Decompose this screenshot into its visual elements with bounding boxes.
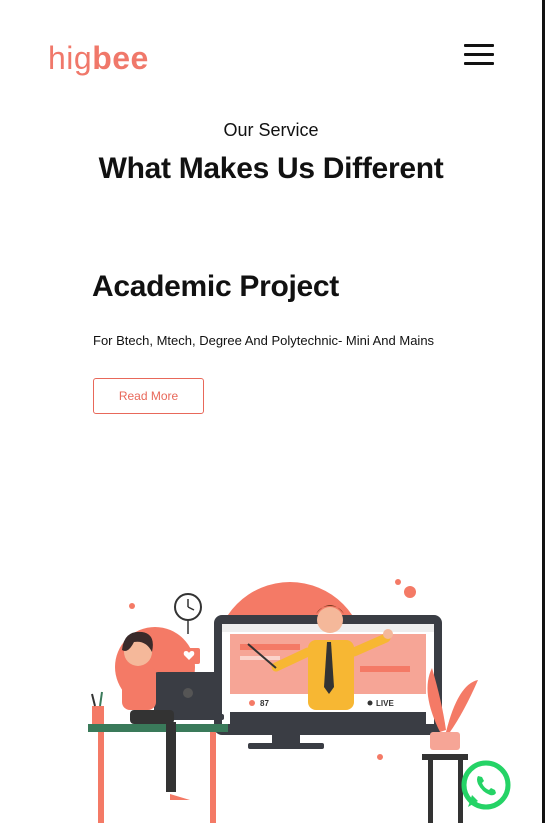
pencil-cup (91, 691, 104, 724)
read-more-button[interactable]: Read More (93, 378, 204, 414)
page: higbee Our Service What Makes Us Differe… (0, 0, 545, 823)
section-eyebrow: Our Service (223, 120, 319, 140)
viewer-count: 87 (260, 699, 269, 708)
heart-icon (178, 648, 200, 664)
menu-line (464, 62, 494, 65)
service-description: For Btech, Mtech, Degree And Polytechnic… (93, 333, 435, 348)
service-title: Academic Project (92, 270, 339, 303)
section-heading: What Makes Us Different (98, 152, 444, 185)
decor-dot (129, 603, 135, 609)
whatsapp-icon[interactable] (458, 757, 514, 813)
live-label: LIVE (376, 699, 394, 708)
menu-line (464, 44, 494, 47)
decor-dot (377, 754, 383, 760)
person-icon (249, 700, 255, 706)
clock-icon (174, 593, 202, 634)
hamburger-menu-icon[interactable] (462, 42, 496, 68)
online-class-illustration: 87 LIVE (88, 579, 478, 823)
logo-text-regular: hig (48, 40, 93, 76)
desk (88, 724, 228, 732)
decor-dot (395, 579, 401, 585)
menu-line (464, 53, 494, 56)
logo-text-bold: bee (92, 40, 149, 76)
live-dot-icon (367, 700, 373, 706)
decor-dot (404, 586, 416, 598)
logo[interactable]: higbee (48, 38, 149, 78)
